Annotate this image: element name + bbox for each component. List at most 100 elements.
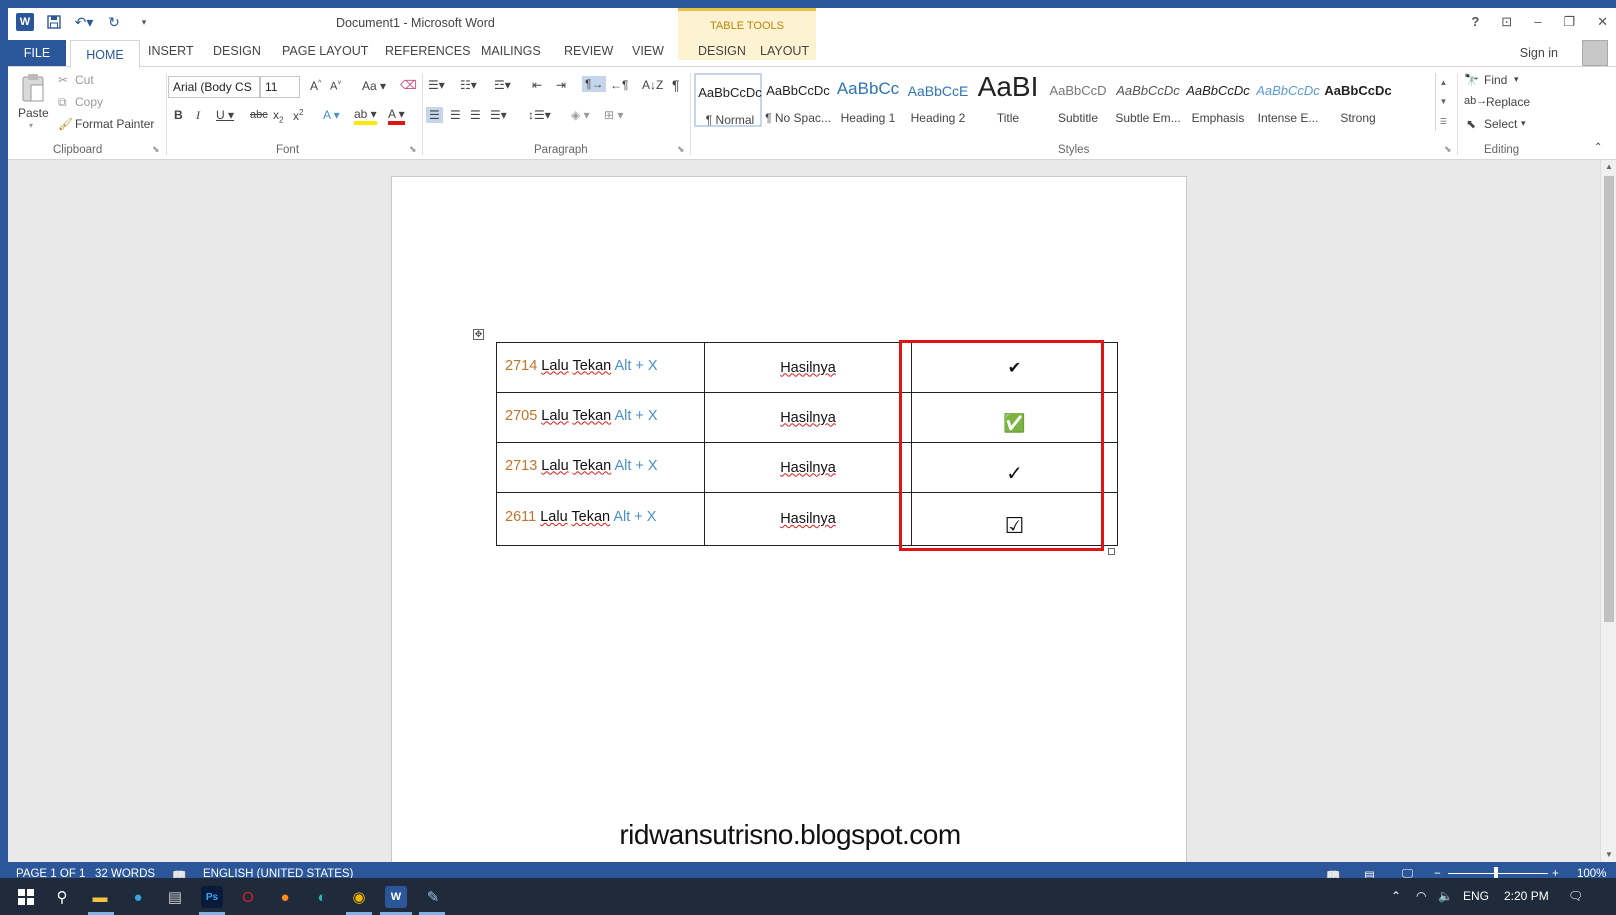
bold-icon[interactable]: B [174,108,183,122]
justify-icon[interactable]: ☰▾ [490,108,507,122]
style-subtle-emphasis[interactable]: AaBbCcDc Subtle Em... [1114,73,1182,127]
font-launcher-icon[interactable]: ⬊ [409,144,417,155]
table-cell[interactable]: Hasilnya [704,492,912,546]
scroll-down-icon[interactable]: ▼ [1601,848,1616,862]
style-title[interactable]: AaBI Title [974,71,1042,127]
wifi-icon[interactable]: ◠ [1416,889,1426,903]
table-move-handle-icon[interactable]: ✥ [473,329,484,340]
style-no-spacing[interactable]: AaBbCcDc ¶ No Spac... [764,73,832,127]
sort-icon[interactable]: A↓Z [642,78,663,92]
windows-start-icon[interactable] [15,886,37,908]
gallery-down-icon[interactable]: ▼ [1440,97,1448,106]
style-intense-emphasis[interactable]: AaBbCcDc Intense E... [1254,73,1322,127]
replace-icon[interactable]: ab→ [1464,95,1487,107]
avatar[interactable] [1582,40,1608,66]
table-cell[interactable]: Hasilnya [704,342,912,393]
table-cell[interactable]: Hasilnya [704,442,912,493]
find-button[interactable]: Find [1484,73,1507,87]
table-cell[interactable]: Hasilnya [704,392,912,443]
highlight-color-icon[interactable]: ab ▾ [354,107,377,125]
collapse-ribbon-icon[interactable]: ⌃ [1594,142,1602,153]
word-app-icon[interactable]: W [16,13,34,31]
scroll-up-icon[interactable]: ▲ [1601,160,1616,174]
format-painter-button[interactable]: Format Painter [75,117,154,131]
tray-overflow-icon[interactable]: ⌃ [1391,889,1401,903]
style-strong[interactable]: AaBbCcDc Strong [1324,73,1392,127]
undo-icon[interactable]: ↶▾ [74,12,94,32]
tab-table-design[interactable]: DESIGN [698,44,746,58]
tab-page-layout[interactable]: PAGE LAYOUT [282,44,368,58]
tab-design[interactable]: DESIGN [213,44,261,58]
decrease-indent-icon[interactable]: ⇤ [532,78,542,92]
tab-file[interactable]: FILE [8,40,66,66]
word-taskbar-icon[interactable]: W [385,886,407,908]
paint-app-icon[interactable]: ✎ [422,886,444,908]
notepad-icon[interactable]: ▤ [164,886,186,908]
table-resize-handle[interactable] [1108,548,1115,555]
tab-references[interactable]: REFERENCES [385,44,470,58]
style-subtitle[interactable]: AaBbCcD Subtitle [1044,73,1112,127]
cut-scissors-icon[interactable]: ✂ [58,73,68,87]
superscript-icon[interactable]: x2 [293,108,303,123]
style-heading-1[interactable]: AaBbCc Heading 1 [834,73,902,127]
rtl-direction-icon[interactable]: ←¶ [610,78,628,92]
find-icon[interactable]: 🔭 [1464,73,1479,87]
document-page[interactable]: ✥ 2714 Lalu Tekan Alt + X Hasilnya ✔ 270… [391,176,1187,862]
tab-review[interactable]: REVIEW [564,44,613,58]
browser-icon[interactable]: ● [127,886,149,908]
minimize-button[interactable]: – [1534,14,1541,30]
clock[interactable]: 2:20 PM [1504,889,1549,903]
multilevel-list-icon[interactable]: ☲▾ [494,78,511,92]
strikethrough-icon[interactable]: abc [250,109,268,121]
align-center-icon[interactable]: ☰ [450,108,461,122]
table-cell[interactable]: 2705 Lalu Tekan Alt + X [496,392,705,443]
italic-icon[interactable]: I [196,108,200,123]
opera-icon[interactable]: O [237,886,259,908]
numbering-icon[interactable]: ☷▾ [460,78,477,92]
tab-insert[interactable]: INSERT [148,44,194,58]
copy-button[interactable]: Copy [75,95,103,109]
save-icon[interactable] [44,12,64,32]
ribbon-display-options-icon[interactable]: ⊡ [1501,14,1512,30]
show-marks-icon[interactable]: ¶ [672,77,680,93]
bullets-icon[interactable]: ☰▾ [428,78,445,92]
font-name-combo[interactable]: Arial (Body CS [168,76,260,98]
restore-button[interactable]: ❐ [1563,14,1575,30]
cut-button[interactable]: Cut [75,73,94,87]
gallery-more-icon[interactable]: ☰ [1440,117,1447,126]
styles-gallery-scroll[interactable]: ▲ ▼ ☰ [1435,73,1451,131]
paragraph-launcher-icon[interactable]: ⬊ [677,144,685,155]
replace-button[interactable]: Replace [1486,95,1530,109]
copy-icon[interactable]: ⧉ [58,95,67,110]
select-dropdown-icon[interactable]: ▾ [1521,118,1526,129]
change-case-button[interactable]: Aa ▾ [362,79,386,93]
close-button[interactable]: ✕ [1597,14,1608,30]
customize-qat-icon[interactable]: ▾ [134,12,154,32]
table-cell[interactable]: 2713 Lalu Tekan Alt + X [496,442,705,493]
align-right-icon[interactable]: ☰ [470,108,481,122]
paste-button[interactable]: Paste [18,106,49,120]
scroll-thumb[interactable] [1604,176,1614,622]
gallery-up-icon[interactable]: ▲ [1440,78,1448,87]
text-effects-icon[interactable]: A ▾ [323,108,340,122]
input-language[interactable]: ENG [1463,889,1489,903]
paste-dropdown-icon[interactable]: ▾ [29,121,33,130]
edge-icon[interactable]: ◐ [311,886,333,908]
tab-view[interactable]: VIEW [632,44,664,58]
styles-launcher-icon[interactable]: ⬊ [1444,144,1452,155]
increase-indent-icon[interactable]: ⇥ [556,78,566,92]
clipboard-launcher-icon[interactable]: ⬊ [152,144,160,155]
align-left-icon[interactable]: ☰ [426,107,443,123]
firefox-icon[interactable]: ● [274,886,296,908]
vertical-scrollbar[interactable]: ▲ ▼ [1600,160,1616,862]
shrink-font-icon[interactable]: A˅ [330,80,341,93]
find-dropdown-icon[interactable]: ▾ [1514,74,1519,85]
table-cell[interactable]: 2714 Lalu Tekan Alt + X [496,342,705,393]
paste-icon[interactable] [20,73,46,103]
help-icon[interactable]: ? [1471,14,1479,30]
redo-icon[interactable]: ↻ [104,12,124,32]
sign-in-link[interactable]: Sign in [1520,46,1558,60]
subscript-icon[interactable]: x2 [273,108,283,124]
style-normal[interactable]: AaBbCcDc ¶ Normal [694,73,762,127]
select-button[interactable]: Select [1484,117,1517,131]
